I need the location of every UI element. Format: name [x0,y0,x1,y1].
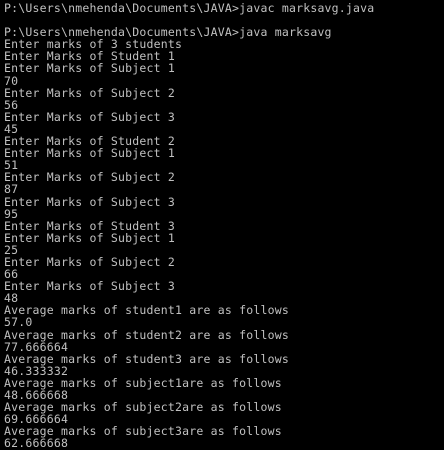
console-line: Average marks of subject3are as follows [4,424,282,439]
console-line: Average marks of student3 are as follows [4,351,289,366]
console-line: Average marks of student1 are as follows [4,303,289,318]
console-line: Average marks of student2 are as follows [4,327,289,342]
console-window[interactable]: P:\Users\nmehenda\Documents\JAVA>javac m… [0,0,444,450]
console-line: 57.0 [4,315,33,330]
console-line: Enter Marks of Student 3 [4,218,175,233]
console-line: Enter Marks of Subject 2 [4,254,175,269]
console-line: Enter Marks of Subject 1 [4,61,175,76]
console-line: Enter Marks of Subject 3 [4,109,175,124]
console-line: P:\Users\nmehenda\Documents\JAVA>javac m… [4,1,375,15]
console-line: Enter Marks of Subject 2 [4,170,175,185]
console-line: Enter Marks of Subject 2 [4,85,175,100]
console-line: 62.666668 [4,436,69,450]
console-line: Enter Marks of Subject 3 [4,194,175,209]
console-line: 95 [4,206,19,221]
console-line: 70 [4,73,19,88]
console-line: 77.666664 [4,339,69,354]
console-line: Enter Marks of Subject 3 [4,279,175,294]
console-line: 87 [4,182,19,197]
console-line: Average marks of subject2are as follows [4,400,282,415]
console-line: Enter Marks of Subject 1 [4,146,175,161]
console-line: Enter Marks of Subject 1 [4,230,175,245]
console-line: Average marks of subject1are as follows [4,375,282,390]
